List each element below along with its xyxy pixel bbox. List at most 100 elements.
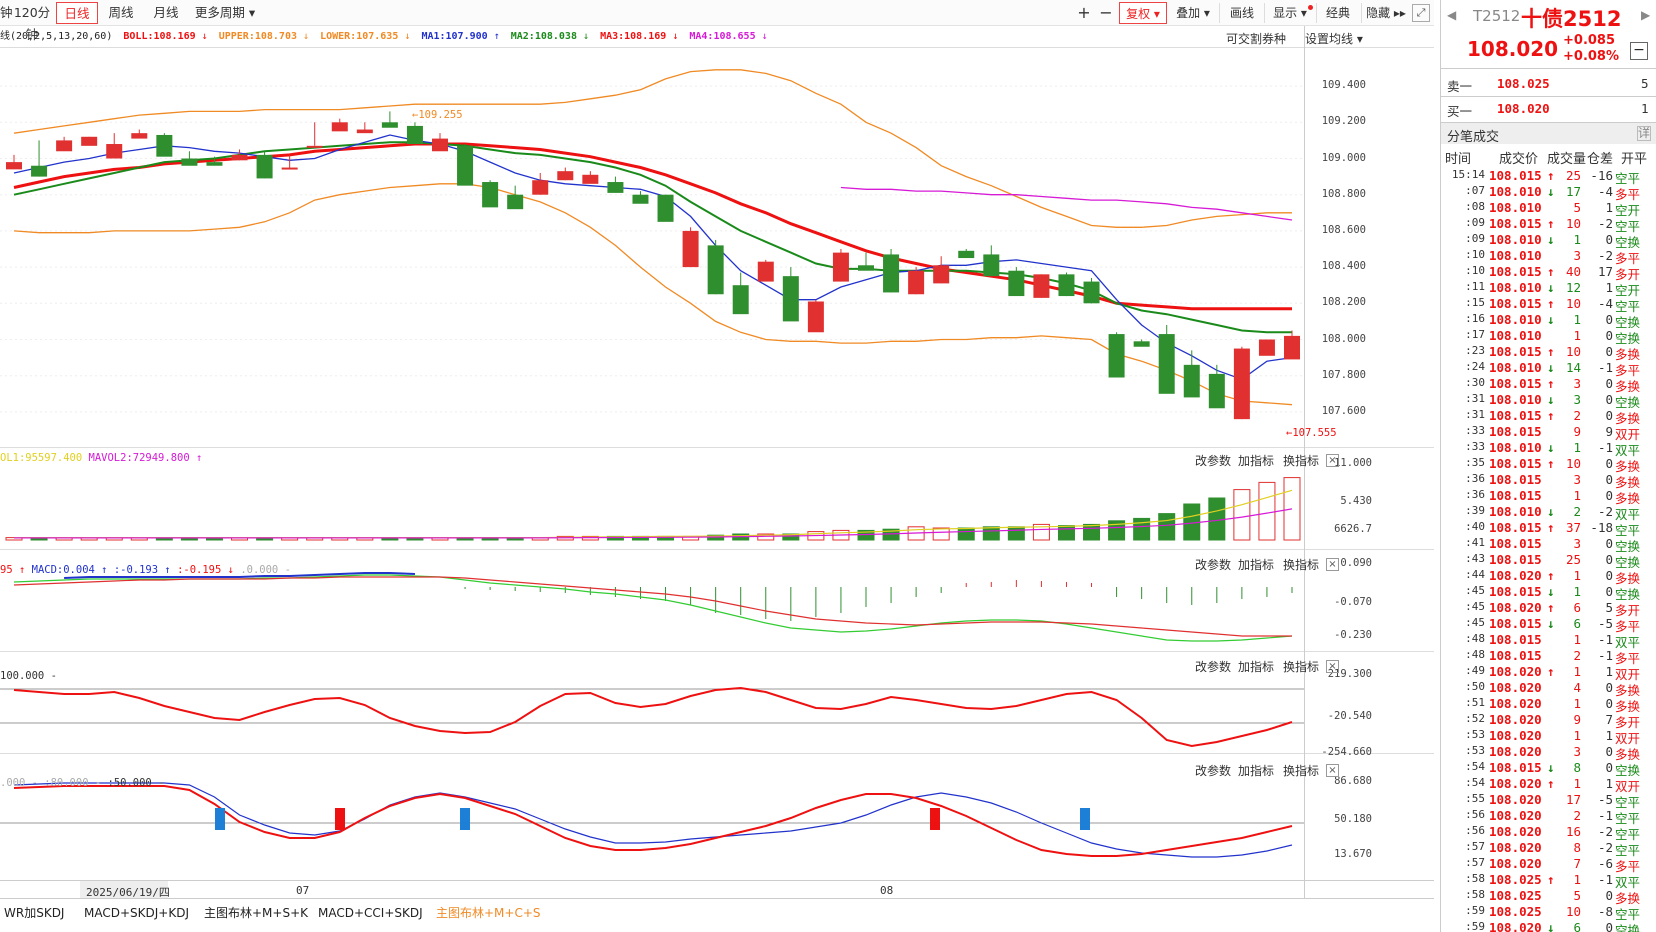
candle-body bbox=[231, 154, 248, 161]
candle-body bbox=[858, 265, 874, 271]
tick-row: 15:14 108.015 ↑ 25 -16 空平 bbox=[1451, 168, 1641, 186]
ticks-detail-button[interactable]: 详 bbox=[1637, 126, 1651, 141]
tick-row: :43 108.015 25 0 空换 bbox=[1465, 552, 1641, 570]
last-price: 108.020 bbox=[1467, 37, 1559, 61]
tick-row: :52 108.020 9 7 多开 bbox=[1465, 712, 1641, 730]
candle-body bbox=[1133, 341, 1150, 347]
candle-body bbox=[106, 144, 123, 159]
ticks-title-bar: 分笔成交 详 bbox=[1441, 122, 1656, 145]
close-panel-icon[interactable]: × bbox=[1326, 558, 1339, 571]
price-tick-label: 108.200 bbox=[1321, 296, 1366, 309]
tick-row: :36 108.015 1 0 多换 bbox=[1465, 488, 1641, 506]
panel-button-add[interactable]: 加指标 bbox=[1238, 452, 1274, 469]
candle-body bbox=[1008, 270, 1025, 297]
prev-arrow-icon[interactable]: ◀ bbox=[1447, 8, 1456, 22]
vol-tick-label: 5.430 bbox=[1340, 495, 1372, 507]
tick-row: :08 108.010 5 1 空开 bbox=[1465, 200, 1641, 218]
tick-row: :48 108.015 2 -1 多平 bbox=[1465, 648, 1641, 666]
tick-row: :33 108.015 9 9 双开 bbox=[1465, 424, 1641, 442]
template-tab-macd-cci-skdj[interactable]: MACD+CCI+SKDJ bbox=[318, 902, 423, 924]
price-tick-label: 108.000 bbox=[1321, 332, 1366, 345]
candle-body bbox=[1284, 335, 1300, 360]
panel-button-add[interactable]: 加指标 bbox=[1238, 556, 1274, 573]
kdj-legend: .000 - :80.000 - :50.000 - bbox=[0, 777, 165, 789]
panel-button-switch[interactable]: 换指标 bbox=[1283, 762, 1319, 779]
tick-row: :23 108.015 ↑ 10 0 多换 bbox=[1465, 344, 1641, 362]
series-line-upper bbox=[13, 69, 1292, 228]
candle-body bbox=[1208, 373, 1225, 409]
close-panel-icon[interactable]: × bbox=[1326, 660, 1339, 673]
date-cursor-label: 2025/06/19/四 bbox=[86, 886, 170, 899]
candle-body bbox=[1183, 364, 1200, 398]
panel-button-params[interactable]: 改参数 bbox=[1195, 762, 1231, 779]
panel-button-params[interactable]: 改参数 bbox=[1195, 556, 1231, 573]
close-panel-icon[interactable]: × bbox=[1326, 764, 1339, 777]
candle-body bbox=[406, 125, 423, 145]
macd-legend: 95 ↑ MACD:0.004 ↑ :-0.193 ↑ :-0.195 ↓ .0… bbox=[0, 564, 291, 576]
volume-ma-line bbox=[14, 489, 1293, 539]
panel-button-params[interactable]: 改参数 bbox=[1195, 452, 1231, 469]
template-tab-wr-skdj[interactable]: WR加SKDJ bbox=[4, 902, 64, 924]
panel-button-switch[interactable]: 换指标 bbox=[1283, 658, 1319, 675]
candle-body bbox=[181, 158, 198, 166]
candle-body bbox=[832, 252, 849, 282]
tick-row: :54 108.015 ↓ 8 0 空换 bbox=[1465, 760, 1641, 778]
candle-body bbox=[256, 154, 273, 179]
candle-body bbox=[131, 133, 148, 139]
cci-tick-label: -254.660 bbox=[1321, 746, 1372, 758]
kdj-k-line bbox=[13, 782, 1293, 858]
vol-tick-label: 11.000 bbox=[1334, 457, 1372, 469]
candle-body bbox=[281, 167, 298, 170]
vol-legend: OL1:95597.400 MAVOL2:72949.800 ↑ bbox=[0, 452, 203, 464]
kdj-signal-marker bbox=[215, 808, 225, 830]
volume-bar bbox=[1233, 489, 1251, 541]
volume-bar bbox=[1283, 477, 1301, 541]
macd-dif-line bbox=[13, 574, 1293, 642]
candle-body bbox=[381, 122, 398, 128]
panel-button-switch[interactable]: 换指标 bbox=[1283, 452, 1319, 469]
template-tab-boll-m-s-k[interactable]: 主图布林+M+S+K bbox=[204, 902, 308, 924]
tick-row: :58 108.025 5 0 多换 bbox=[1465, 888, 1641, 906]
panel-button-params[interactable]: 改参数 bbox=[1195, 658, 1231, 675]
vol-tick-label: 6626.7 bbox=[1334, 523, 1372, 535]
candle-body bbox=[557, 171, 574, 181]
panel-button-switch[interactable]: 换指标 bbox=[1283, 556, 1319, 573]
candle-body bbox=[983, 254, 1000, 277]
tick-row: :56 108.020 16 -2 空平 bbox=[1465, 824, 1641, 842]
price-tick-label: 108.800 bbox=[1321, 187, 1366, 200]
panel-button-add[interactable]: 加指标 bbox=[1238, 658, 1274, 675]
price-tick-label: 109.400 bbox=[1321, 79, 1366, 92]
candle-body bbox=[306, 145, 323, 148]
tick-row: :45 108.020 ↑ 6 5 多开 bbox=[1465, 600, 1641, 618]
candle-body bbox=[482, 182, 499, 208]
tick-row: :36 108.015 3 0 多换 bbox=[1465, 472, 1641, 490]
tick-row: :40 108.015 ↑ 37 -18 空平 bbox=[1465, 520, 1641, 538]
tick-row: :54 108.020 ↑ 1 1 双开 bbox=[1465, 776, 1641, 794]
candle-body bbox=[331, 122, 348, 132]
bid-row: 买一 108.020 1 bbox=[1447, 101, 1649, 119]
template-tab-macd-skdj-kdj[interactable]: MACD+SKDJ+KDJ bbox=[84, 902, 189, 924]
kdj-signal-marker bbox=[1080, 808, 1090, 830]
volume-bar bbox=[932, 527, 950, 541]
volume-bar bbox=[1208, 497, 1226, 541]
month-label-08: 08 bbox=[880, 884, 894, 897]
price-tick-label: 108.600 bbox=[1321, 223, 1366, 236]
next-arrow-icon[interactable]: ▶ bbox=[1641, 8, 1650, 22]
tick-row: :59 108.025 10 -8 空平 bbox=[1465, 904, 1641, 922]
candle-body bbox=[732, 285, 749, 315]
candle-body bbox=[6, 162, 22, 170]
tick-row: :55 108.020 17 -5 空平 bbox=[1465, 792, 1641, 810]
candle-body bbox=[908, 270, 925, 295]
candle-body bbox=[206, 162, 223, 166]
panel-button-add[interactable]: 加指标 bbox=[1238, 762, 1274, 779]
candle-body bbox=[156, 134, 173, 157]
close-panel-icon[interactable]: × bbox=[1326, 454, 1339, 467]
tick-row: :31 108.015 ↑ 2 0 多换 bbox=[1465, 408, 1641, 426]
price-tick-label: 108.400 bbox=[1321, 260, 1366, 273]
tick-row: :11 108.010 ↓ 12 1 空开 bbox=[1465, 280, 1641, 298]
template-tab-boll-m-c-s[interactable]: 主图布林+M+C+S bbox=[436, 902, 541, 924]
candle-body bbox=[56, 140, 73, 152]
tick-row: :49 108.020 ↑ 1 1 双开 bbox=[1465, 664, 1641, 682]
collapse-icon[interactable]: − bbox=[1630, 42, 1648, 60]
candle-body bbox=[657, 194, 674, 222]
